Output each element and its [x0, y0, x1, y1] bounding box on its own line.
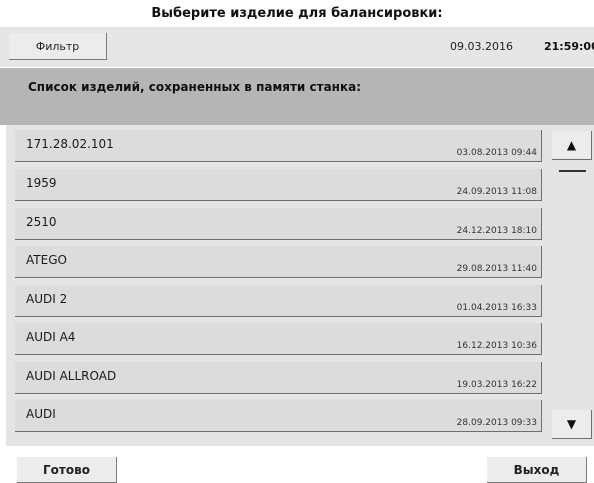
- exit-button[interactable]: Выход: [487, 457, 587, 483]
- arrow-up-icon: ▲: [566, 138, 577, 152]
- list-item[interactable]: 171.28.02.101 03.08.2013 09:44: [15, 130, 542, 162]
- item-name: AUDI 2: [26, 292, 68, 306]
- item-name: AUDI A4: [26, 330, 76, 344]
- item-date: 19.03.2013 16:22: [456, 380, 537, 390]
- list-item[interactable]: AUDI A4 16.12.2013 10:36: [15, 323, 542, 355]
- list-header-label: Список изделий, сохраненных в памяти ста…: [28, 80, 362, 94]
- item-date: 01.04.2013 16:33: [456, 303, 537, 313]
- page-title: Выберите изделие для балансировки:: [151, 6, 443, 21]
- list-item[interactable]: AUDI ALLROAD 19.03.2013 16:22: [15, 362, 542, 394]
- scroll-thumb[interactable]: [559, 170, 586, 172]
- current-time: 21:59:00: [544, 40, 594, 53]
- item-date: 29.08.2013 11:40: [456, 264, 537, 274]
- list-item[interactable]: AUDI 2 01.04.2013 16:33: [15, 285, 542, 317]
- arrow-down-icon: ▼: [566, 417, 577, 431]
- done-button[interactable]: Готово: [17, 457, 117, 483]
- item-date: 28.09.2013 09:33: [456, 418, 537, 428]
- filter-button[interactable]: Фильтр: [9, 33, 107, 60]
- item-name: AUDI: [26, 407, 56, 421]
- list-item[interactable]: 2510 24.12.2013 18:10: [15, 208, 542, 240]
- list-item[interactable]: AUDI 28.09.2013 09:33: [15, 400, 542, 432]
- item-date: 24.12.2013 18:10: [456, 226, 537, 236]
- list-item[interactable]: ATEGO 29.08.2013 11:40: [15, 246, 542, 278]
- item-name: ATEGO: [26, 253, 67, 267]
- scroll-up-button[interactable]: ▲: [552, 131, 592, 160]
- scroll-down-button[interactable]: ▼: [552, 410, 592, 439]
- item-name: 1959: [26, 176, 57, 190]
- item-name: AUDI ALLROAD: [26, 369, 117, 383]
- list-item[interactable]: 1959 24.09.2013 11:08: [15, 169, 542, 201]
- item-date: 16.12.2013 10:36: [456, 341, 537, 351]
- item-date: 24.09.2013 11:08: [456, 187, 537, 197]
- item-date: 03.08.2013 09:44: [456, 148, 537, 158]
- item-name: 2510: [26, 215, 57, 229]
- current-date: 09.03.2016: [450, 40, 513, 53]
- list-header-band: [0, 68, 594, 125]
- item-name: 171.28.02.101: [26, 137, 114, 151]
- scrollbar[interactable]: [551, 125, 594, 446]
